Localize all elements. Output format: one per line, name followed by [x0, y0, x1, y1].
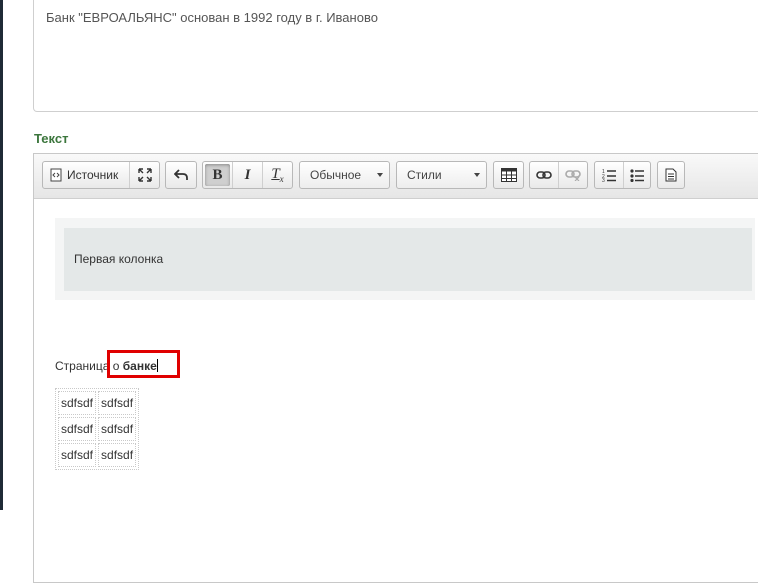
link-icon — [536, 171, 552, 179]
styles-select-value: Стили — [407, 168, 442, 182]
format-select-value: Обычное — [310, 168, 362, 182]
bulleted-list-icon — [630, 169, 644, 182]
toolbar-group-templates — [657, 161, 685, 189]
toolbar-group-links — [529, 161, 588, 189]
editor-content[interactable]: Первая колонка Страница о банке sdfsdf s… — [34, 199, 758, 582]
toolbar-group-basicstyles: B I Tx — [202, 161, 293, 189]
description-textarea[interactable]: Банк "ЕВРОАЛЬЯНС" основан в 1992 году в … — [33, 0, 758, 112]
italic-icon: I — [244, 166, 251, 183]
table-row: sdfsdf sdfsdf — [58, 417, 137, 441]
maximize-button[interactable] — [129, 162, 159, 188]
italic-button[interactable]: I — [232, 162, 262, 188]
content-table: sdfsdf sdfsdf sdfsdf sdfsdf sdfsdf sdfsd… — [55, 388, 140, 470]
table-cell: sdfsdf — [98, 443, 137, 467]
toolbar-group-table — [493, 161, 524, 189]
numbered-list-button[interactable]: 1 2 3 — [595, 162, 623, 188]
table-cell: sdfsdf — [98, 391, 137, 415]
table-icon — [500, 168, 517, 182]
remove-format-icon: Tx — [271, 166, 284, 184]
numbered-list-icon: 1 2 3 — [602, 169, 616, 182]
templates-button[interactable] — [658, 162, 684, 188]
toolbar-group-document: Источник — [42, 161, 160, 189]
styles-select[interactable]: Стили — [396, 161, 487, 189]
text-field-label: Текст — [34, 131, 69, 146]
maximize-icon — [137, 168, 152, 182]
toolbar-group-lists: 1 2 3 — [594, 161, 651, 189]
remove-format-button[interactable]: Tx — [262, 162, 292, 188]
templates-icon — [665, 168, 677, 182]
table-cell: sdfsdf — [58, 443, 97, 467]
table-cell: sdfsdf — [58, 417, 97, 441]
first-column-text: Первая колонка — [74, 252, 164, 266]
toolbar-group-undo — [165, 161, 197, 189]
content-block-outer: Первая колонка — [55, 218, 755, 300]
left-sidebar-edge — [0, 0, 3, 510]
highlight-annotation — [107, 350, 180, 378]
source-button[interactable]: Источник — [43, 162, 129, 188]
description-text: Банк "ЕВРОАЛЬЯНС" основан в 1992 году в … — [46, 10, 378, 25]
chevron-down-icon — [377, 173, 383, 177]
rich-text-editor: Источник B I Tx Обычное Стили 1 2 3 Перв… — [33, 153, 758, 583]
chevron-down-icon — [474, 173, 480, 177]
bold-icon: B — [212, 166, 223, 183]
svg-text:3: 3 — [602, 178, 605, 182]
source-icon — [50, 168, 62, 182]
undo-icon — [174, 169, 188, 180]
content-block-inner: Первая колонка — [64, 228, 752, 291]
table-cell: sdfsdf — [58, 391, 97, 415]
table-row: sdfsdf sdfsdf — [58, 443, 137, 467]
table-cell: sdfsdf — [98, 417, 137, 441]
undo-button[interactable] — [166, 162, 196, 188]
table-button[interactable] — [494, 162, 523, 188]
bulleted-list-button[interactable] — [623, 162, 650, 188]
editor-toolbar: Источник B I Tx Обычное Стили 1 2 3 — [34, 154, 758, 199]
source-button-label: Источник — [67, 168, 119, 182]
unlink-icon — [565, 170, 581, 181]
table-row: sdfsdf sdfsdf — [58, 391, 137, 415]
link-button[interactable] — [530, 162, 558, 188]
bold-button[interactable]: B — [205, 164, 230, 186]
unlink-button[interactable] — [558, 162, 587, 188]
format-select[interactable]: Обычное — [299, 161, 390, 189]
